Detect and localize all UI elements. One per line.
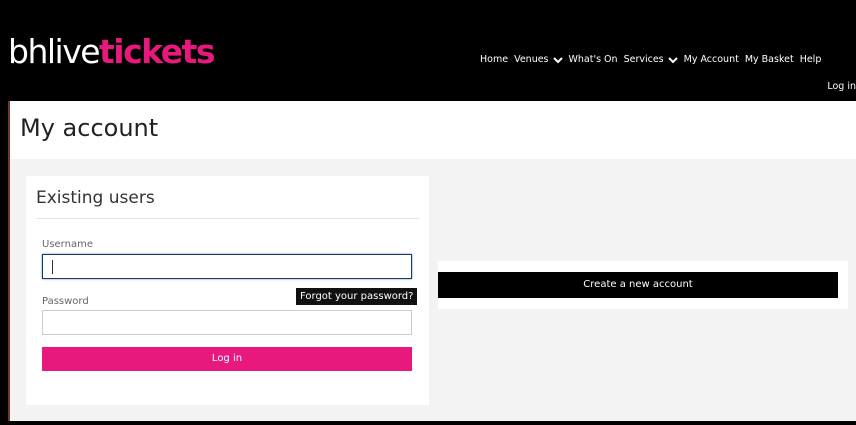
nav-item-my-basket[interactable]: My Basket [745,54,794,65]
chevron-down-icon [667,56,678,63]
page-content: My account Existing users Username Passw… [8,101,856,421]
create-account-button[interactable]: Create a new account [438,272,838,298]
nav-label: My Account [683,54,739,65]
username-label: Username [42,239,93,250]
logo-text-light: bhlive [8,32,101,71]
forgot-password-link[interactable]: Forgot your password? [296,288,418,305]
text-caret [52,260,53,274]
divider [36,218,419,219]
existing-users-panel: Existing users Username Password Forgot … [26,176,429,405]
nav-item-home[interactable]: Home [480,54,508,65]
chevron-down-icon [552,56,563,63]
nav-item-services[interactable]: Services [624,54,678,65]
nav-label: My Basket [744,54,794,65]
login-button[interactable]: Log in [42,347,412,371]
nav-label: Help [799,54,822,65]
main-nav: Home Venues What's On Services My Accoun… [480,54,827,65]
nav-label: Services [623,54,664,65]
username-field[interactable] [42,254,412,279]
logo-text-bold: tickets [99,32,216,71]
new-account-panel: Create a new account [438,261,848,309]
nav-label: Venues [514,54,549,65]
bottom-border [0,421,856,425]
nav-item-help[interactable]: Help [800,54,822,65]
title-bar: My account [10,101,856,159]
nav-item-whats-on[interactable]: What's On [569,54,618,65]
password-field[interactable] [42,310,412,335]
password-label: Password [42,296,89,307]
nav-label: Home [480,54,509,65]
header-login-link[interactable]: Log in [827,81,856,92]
site-header: bhlivetickets Home Venues What's On Serv… [0,4,856,101]
site-logo[interactable]: bhlivetickets [8,32,216,72]
nav-item-my-account[interactable]: My Account [684,54,739,65]
page-title: My account [20,114,159,142]
existing-users-heading: Existing users [36,188,155,208]
nav-label: What's On [568,54,618,65]
nav-item-venues[interactable]: Venues [514,54,563,65]
